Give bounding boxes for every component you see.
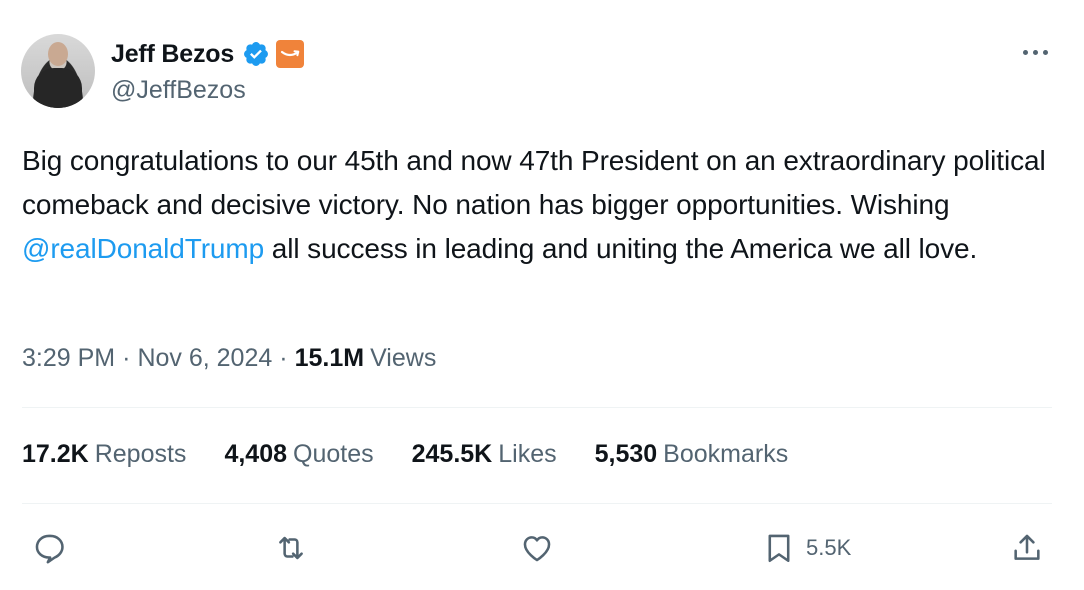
bookmark-count: 5.5K [806,535,852,560]
tweet-date[interactable]: Nov 6, 2024 [137,344,272,373]
stat-reposts[interactable]: 17.2K Reposts [22,440,186,469]
stat-likes[interactable]: 245.5K Likes [412,440,557,469]
tweet-text-before: Big congratulations to our 45th and now … [22,145,1046,220]
bookmark-icon [768,534,790,563]
mention-link[interactable]: @realDonaldTrump [22,233,264,264]
divider [22,407,1052,408]
author-display-name[interactable]: Jeff Bezos [111,40,234,69]
verified-badge-icon[interactable] [242,40,270,68]
like-icon [523,536,551,562]
stat-label: Bookmarks [663,440,789,468]
engagement-stats: 17.2K Reposts 4,408 Quotes 245.5K Likes 5,5… [22,440,826,469]
stat-label: Reposts [94,440,187,468]
amazon-logo-icon[interactable] [276,40,305,68]
reply-button[interactable] [32,528,66,568]
tweet-meta: 3:29 PM · Nov 6, 2024 · 15.1M Views [22,344,436,373]
meta-separator: · [122,344,131,372]
stat-count: 245.5K [411,440,493,468]
tweet-time[interactable]: 3:29 PM [22,344,115,373]
meta-separator: · [279,344,288,372]
repost-button[interactable] [274,528,308,568]
more-options-icon[interactable] [1018,42,1052,62]
avatar-head [48,42,68,66]
like-button[interactable] [520,528,554,568]
avatar[interactable] [21,34,95,108]
stat-count: 4,408 [224,440,287,468]
tweet: Jeff Bezos @JeffBezos Big congratulation… [0,0,1084,590]
tweet-text-after: all success in leading and uniting the A… [264,233,978,264]
bookmark-button[interactable]: 5.5K [762,528,851,568]
repost-icon [279,536,303,560]
stat-count: 17.2K [22,440,89,468]
dot [1032,49,1038,55]
stat-quotes[interactable]: 4,408 Quotes [224,440,373,469]
avatar-body [34,68,82,108]
stat-bookmarks[interactable]: 5,530 Bookmarks [595,440,789,469]
stat-count: 5,530 [594,440,658,468]
views-label[interactable]: Views [370,344,436,373]
views-count[interactable]: 15.1M [295,344,364,373]
author-handle[interactable]: @JeffBezos [111,76,246,105]
tweet-text: Big congratulations to our 45th and now … [22,139,1062,271]
stat-label: Likes [498,440,557,468]
share-button[interactable] [1010,528,1044,568]
author-name-row: Jeff Bezos [111,38,305,70]
divider [22,503,1052,504]
action-bar: 5.5K [0,528,1084,568]
dot [1022,49,1028,55]
share-icon [1014,534,1040,560]
stat-label: Quotes [293,440,374,468]
dot [1042,49,1048,55]
reply-icon [35,534,64,564]
